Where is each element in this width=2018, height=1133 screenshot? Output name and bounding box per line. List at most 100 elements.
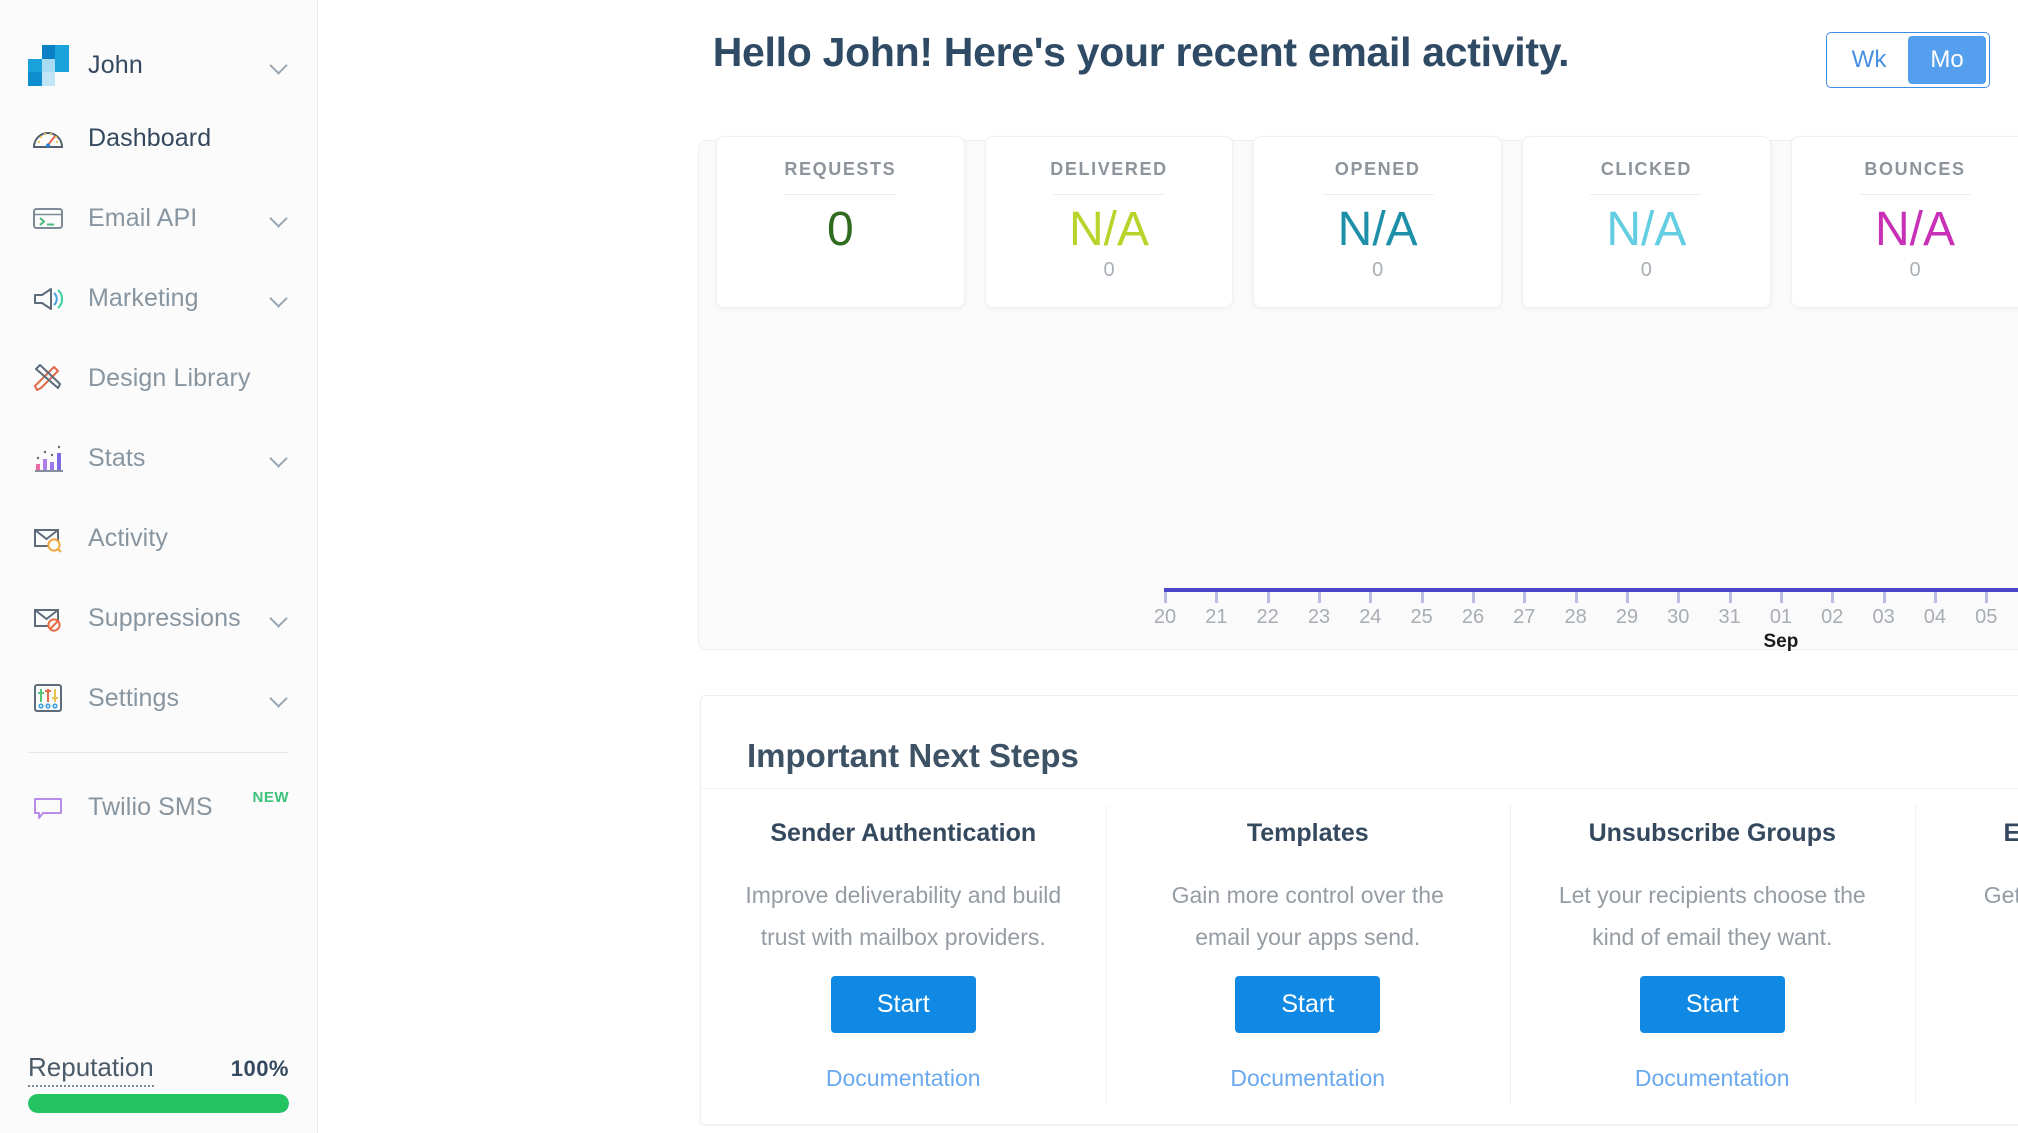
sidebar-item-label: Marketing — [88, 283, 199, 312]
axis-tick-label: 06 — [2014, 592, 2018, 629]
speedometer-icon — [28, 118, 68, 158]
reputation-progress-track — [28, 1094, 289, 1113]
metric-card-clicked[interactable]: CLICKED N/A 0 — [1522, 136, 1771, 308]
metric-divider — [1859, 194, 1972, 195]
axis-tick-label: 02 — [1821, 606, 1844, 628]
axis-month-label: Sep — [1763, 631, 1799, 652]
sidebar-item-stats[interactable]: Stats — [0, 418, 317, 498]
sidebar-item-label: Email API — [88, 203, 198, 232]
chevron-down-icon[interactable] — [269, 55, 289, 75]
metric-divider — [1321, 194, 1434, 195]
next-steps-title: Important Next Steps — [747, 737, 1079, 774]
chart-axis-ticks: 20212223242526272829303101Sep02030405060… — [1154, 592, 2018, 653]
chevron-down-icon[interactable] — [269, 688, 289, 708]
sidebar-item-label: Design Library — [88, 363, 251, 392]
metric-card-requests[interactable]: REQUESTS 0 — [716, 136, 965, 308]
documentation-link[interactable]: Documentation — [1951, 1065, 2018, 1092]
metric-subvalue: 0 — [1640, 259, 1652, 281]
chat-bubble-icon — [28, 787, 68, 827]
metric-value: N/A — [1606, 203, 1687, 256]
chevron-down-icon[interactable] — [269, 448, 289, 468]
start-button[interactable]: Start — [1235, 976, 1381, 1033]
metric-divider — [1590, 194, 1703, 195]
next-step-description: Get important usage data. — [1983, 882, 2018, 908]
next-step-description: Improve deliverability and build trust w… — [745, 882, 1062, 950]
date-range-toggle[interactable]: Wk Mo — [1826, 32, 1990, 88]
metric-title: DELIVERED — [1050, 159, 1168, 179]
account-name: John — [88, 50, 144, 79]
reputation-header: Reputation 100% — [28, 1052, 289, 1087]
next-steps-grid: Sender Authentication Improve deliverabi… — [701, 789, 2018, 1105]
sidebar-item-twilio-sms[interactable]: Twilio SMS NEW — [0, 767, 317, 847]
metric-card-bounces[interactable]: BOUNCES N/A 0 — [1790, 136, 2018, 308]
reputation-meter: Reputation 100% — [0, 1052, 317, 1113]
axis-tick-label: 05 — [1975, 606, 1998, 628]
documentation-link[interactable]: Documentation — [737, 1065, 1070, 1092]
axis-tick-label: 21 — [1205, 606, 1228, 628]
sidebar-divider — [28, 752, 289, 753]
metric-title: CLICKED — [1600, 159, 1692, 179]
next-steps-header: Important Next Steps Dismiss — [701, 696, 2018, 788]
sidebar-item-email-api[interactable]: Email API — [0, 178, 317, 258]
axis-tick-label: 01 — [1769, 606, 1793, 628]
bar-chart-icon — [28, 438, 68, 478]
axis-tick-label: 28 — [1564, 606, 1587, 628]
metric-card-opened[interactable]: OPENED N/A 0 — [1253, 136, 1503, 308]
range-option-wk[interactable]: Wk — [1830, 36, 1908, 84]
page-title: Hello John! Here's your recent email act… — [712, 29, 1570, 75]
reputation-progress-fill — [28, 1094, 289, 1113]
metric-divider — [1053, 194, 1165, 195]
axis-tick-label: 24 — [1359, 606, 1382, 628]
next-steps-panel: Important Next Steps Dismiss Sender Auth… — [700, 695, 2018, 1125]
axis-tick-label: 26 — [1461, 606, 1485, 628]
sidebar-item-label: Settings — [88, 683, 180, 712]
sidebar-item-design-library[interactable]: Design Library — [0, 338, 317, 418]
axis-tick-label: 23 — [1307, 606, 1331, 628]
axis-tick-label: 31 — [1718, 606, 1741, 628]
axis-tick-label: 20 — [1153, 606, 1177, 628]
next-step-card-unsubscribe-groups: Unsubscribe Groups Let your recipients c… — [1510, 805, 1915, 1105]
axis-tick-label: 25 — [1410, 606, 1433, 628]
start-button[interactable]: Start — [1639, 976, 1785, 1033]
sidebar-item-label: Activity — [88, 523, 168, 552]
metric-title: OPENED — [1334, 159, 1421, 179]
chevron-down-icon[interactable] — [269, 208, 289, 228]
axis-tick-label: 22 — [1256, 606, 1279, 628]
next-step-description: Gain more control over the email your ap… — [1171, 882, 1444, 950]
terminal-icon — [28, 198, 68, 238]
documentation-link[interactable]: Documentation — [1142, 1065, 1475, 1092]
metric-divider — [784, 194, 897, 195]
sliders-icon — [28, 678, 68, 718]
sidebar: John Dashboard Email API Marketing Desig… — [0, 0, 318, 1133]
sidebar-item-activity[interactable]: Activity — [0, 498, 317, 578]
main-content: Hello John! Here's your recent email act… — [318, 0, 2018, 1133]
sidebar-item-marketing[interactable]: Marketing — [0, 258, 317, 338]
next-step-title: Sender Authentication — [770, 819, 1037, 847]
sidebar-item-settings[interactable]: Settings — [0, 658, 317, 738]
chevron-down-icon[interactable] — [269, 608, 289, 628]
page-header: Hello John! Here's your recent email act… — [318, 0, 2018, 90]
start-button[interactable]: Start — [830, 976, 976, 1033]
range-option-mo[interactable]: Mo — [1908, 36, 1986, 84]
metric-value: 0 — [826, 203, 854, 256]
sidebar-item-label: Suppressions — [88, 603, 241, 632]
reputation-value: 100% — [230, 1056, 289, 1081]
megaphone-icon — [28, 278, 68, 318]
account-switcher[interactable]: John — [0, 32, 317, 98]
app-root: John Dashboard Email API Marketing Desig… — [0, 0, 2018, 1133]
next-step-card-event-notifications: Event Notifications Get important usage … — [1914, 805, 2018, 1105]
axis-tick-label: 30 — [1667, 606, 1690, 628]
metric-subvalue: 0 — [1103, 259, 1115, 281]
metric-value: N/A — [1875, 203, 1956, 256]
axis-tick-label: 03 — [1872, 606, 1895, 628]
sidebar-item-suppressions[interactable]: Suppressions — [0, 578, 317, 658]
documentation-link[interactable]: Documentation — [1546, 1065, 1879, 1092]
axis-tick-label: 04 — [1923, 606, 1947, 628]
next-step-card-templates: Templates Gain more control over the ema… — [1105, 805, 1511, 1105]
metric-subvalue: 0 — [1372, 259, 1384, 281]
sidebar-item-dashboard[interactable]: Dashboard — [0, 98, 317, 178]
next-step-title: Templates — [1246, 819, 1369, 847]
chevron-down-icon[interactable] — [269, 288, 289, 308]
metric-card-delivered[interactable]: DELIVERED N/A 0 — [984, 136, 1234, 308]
sidebar-item-label: Twilio SMS — [88, 792, 213, 821]
